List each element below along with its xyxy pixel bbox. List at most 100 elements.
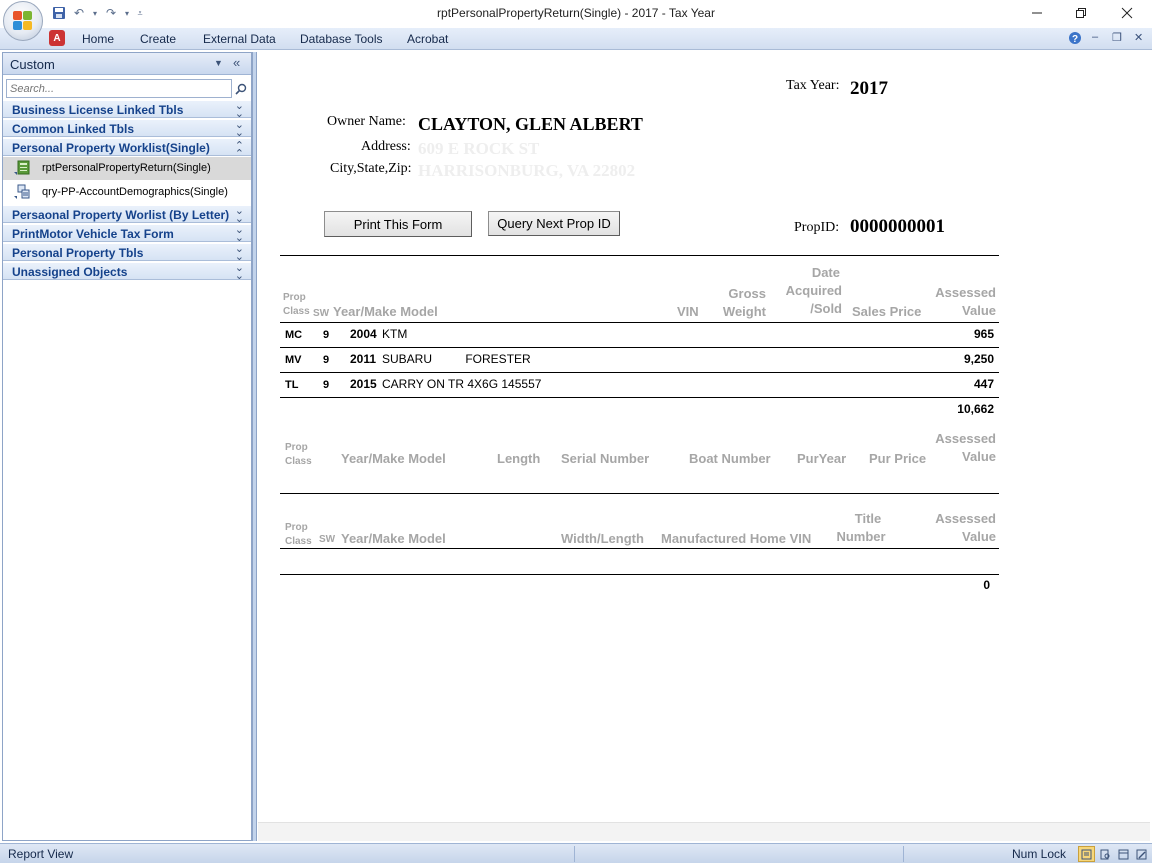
nav-group-pp-worklist-single[interactable]: Personal Property Worklist(Single) ⌃ ⌃ <box>3 138 251 160</box>
status-bar: Report View Num Lock <box>0 843 1152 863</box>
col-weight: Weight <box>722 304 766 319</box>
col-number: Number <box>836 529 886 544</box>
row-year: 2015 <box>350 377 377 391</box>
header-divider <box>280 548 999 549</box>
col-assessed: Assessed <box>935 285 996 300</box>
col-sw: SW <box>313 308 330 319</box>
office-logo-icon <box>13 11 33 31</box>
address-value: 609 E ROCK ST <box>418 139 540 158</box>
nav-group-label: Unassigned Objects <box>12 265 128 279</box>
section-divider <box>280 255 999 256</box>
address-label: Address: <box>361 139 411 154</box>
col-acquired: Acquired <box>785 283 842 298</box>
nav-group-unassigned[interactable]: Unassigned Objects ⌄ ⌄ <box>3 262 251 282</box>
col-prop: Prop <box>285 442 308 453</box>
layout-view-icon[interactable] <box>1115 846 1132 862</box>
col-manufactured-home-vin: Manufactured Home VIN <box>661 531 812 546</box>
help-icon[interactable]: ? <box>1068 31 1082 48</box>
col-title: Title <box>854 511 882 526</box>
tab-create[interactable]: Create <box>140 32 176 46</box>
collapse-pane-icon[interactable]: « <box>233 55 240 70</box>
expand-icon: ⌄ ⌄ <box>234 262 244 282</box>
tab-home[interactable]: Home <box>82 32 114 46</box>
query-next-prop-button[interactable]: Query Next Prop ID <box>488 211 620 236</box>
col-sales-price: Sales Price <box>852 304 922 319</box>
col-year-make-model: Year/Make Model <box>341 531 446 546</box>
collapse-icon: ⌃ ⌃ <box>234 140 244 160</box>
design-view-icon[interactable] <box>1133 846 1150 862</box>
ribbon-minimize-icon[interactable]: – <box>1092 31 1098 43</box>
print-preview-icon[interactable] <box>1097 846 1114 862</box>
row-divider <box>280 372 999 373</box>
col-serial-number: Serial Number <box>561 451 650 466</box>
nav-object-report[interactable]: rptPersonalPropertyReturn(Single) <box>3 157 251 180</box>
nav-object-query[interactable]: qry-PP-AccountDemographics(Single) <box>3 181 251 204</box>
city-state-zip-label: City,State,Zip: <box>330 161 412 176</box>
ribbon: A Home Create External Data Database Too… <box>0 28 1152 50</box>
tab-acrobat[interactable]: Acrobat <box>407 32 448 46</box>
col-value: Value <box>962 303 996 318</box>
row-divider <box>280 397 999 398</box>
row-year: 2004 <box>350 327 377 341</box>
navigation-pane: Custom ▼ « Business License Linked Tbls … <box>2 52 252 841</box>
city-state-zip-value: HARRISONBURG, VA 22802 <box>418 161 636 180</box>
minimize-button[interactable] <box>1014 2 1060 24</box>
office-button[interactable] <box>3 1 43 41</box>
expand-icon: ⌄ ⌄ <box>234 224 244 244</box>
acrobat-icon[interactable]: A <box>49 30 65 46</box>
nav-group-pp-worlist-letter[interactable]: Persaonal Property Worlist (By Letter) ⌄… <box>3 205 251 225</box>
nav-group-pp-tbls[interactable]: Personal Property Tbls ⌄ ⌄ <box>3 243 251 263</box>
tab-database-tools[interactable]: Database Tools <box>300 32 383 46</box>
nav-header-label: Custom <box>10 57 55 72</box>
col-year-make-model: Year/Make Model <box>341 451 446 466</box>
row-sw: 9 <box>323 354 330 366</box>
chevron-down-icon[interactable]: ▼ <box>214 58 223 68</box>
print-form-button[interactable]: Print This Form <box>324 211 472 237</box>
nav-header[interactable]: Custom ▼ « <box>3 53 251 75</box>
row-divider <box>280 347 999 348</box>
search-icon[interactable] <box>232 79 249 98</box>
report-view-icon[interactable] <box>1078 846 1095 862</box>
search-input[interactable] <box>6 79 232 98</box>
col-pur-price: Pur Price <box>869 451 927 466</box>
col-class: Class <box>285 456 312 467</box>
owner-name-label: Owner Name: <box>327 114 406 129</box>
num-lock-indicator: Num Lock <box>1012 847 1067 861</box>
title-bar: ↶ ▾ ↷ ▾ ⩡ rptPersonalPropertyReturn(Sing… <box>0 0 1152 41</box>
nav-group-label: Common Linked Tbls <box>12 122 135 136</box>
expand-icon: ⌄ ⌄ <box>234 243 244 263</box>
row-year: 2011 <box>350 352 377 366</box>
tax-year-value: 2017 <box>850 78 888 99</box>
nav-group-label: Personal Property Worklist(Single) <box>12 141 210 155</box>
expand-icon: ⌄ ⌄ <box>234 205 244 225</box>
status-divider <box>574 846 575 862</box>
col-sold: /Sold <box>810 301 842 316</box>
col-assessed: Assessed <box>935 431 996 446</box>
status-divider <box>903 846 904 862</box>
row-make-model: SUBARU FORESTER <box>382 352 531 366</box>
header-divider <box>280 322 999 323</box>
col-pur-year: PurYear <box>797 451 847 466</box>
col-gross: Gross <box>728 286 766 301</box>
ribbon-close-icon[interactable]: ✕ <box>1134 31 1143 44</box>
status-view-label: Report View <box>8 847 74 861</box>
col-value: Value <box>962 449 996 464</box>
row-sw: 9 <box>323 329 330 341</box>
row-value: 965 <box>973 327 994 341</box>
nav-group-label: PrintMotor Vehicle Tax Form <box>12 227 174 241</box>
tab-external-data[interactable]: External Data <box>203 32 276 46</box>
nav-group-common-linked[interactable]: Common Linked Tbls ⌄ ⌄ <box>3 119 251 139</box>
row-class: MC <box>285 329 303 341</box>
nav-group-print-motor-vehicle[interactable]: PrintMotor Vehicle Tax Form ⌄ ⌄ <box>3 224 251 244</box>
expand-icon: ⌄ ⌄ <box>234 119 244 139</box>
report-footer-strip <box>258 822 1150 841</box>
col-class: Class <box>285 536 312 547</box>
col-prop: Prop <box>285 522 308 533</box>
row-value: 447 <box>973 377 994 391</box>
pane-splitter[interactable] <box>252 52 257 841</box>
ribbon-restore-icon[interactable]: ❐ <box>1112 31 1122 44</box>
nav-group-business-license[interactable]: Business License Linked Tbls ⌄ ⌄ <box>3 100 251 120</box>
owner-name-value: CLAYTON, GLEN ALBERT <box>418 114 643 134</box>
restore-button[interactable] <box>1058 2 1104 24</box>
close-button[interactable] <box>1104 2 1150 24</box>
